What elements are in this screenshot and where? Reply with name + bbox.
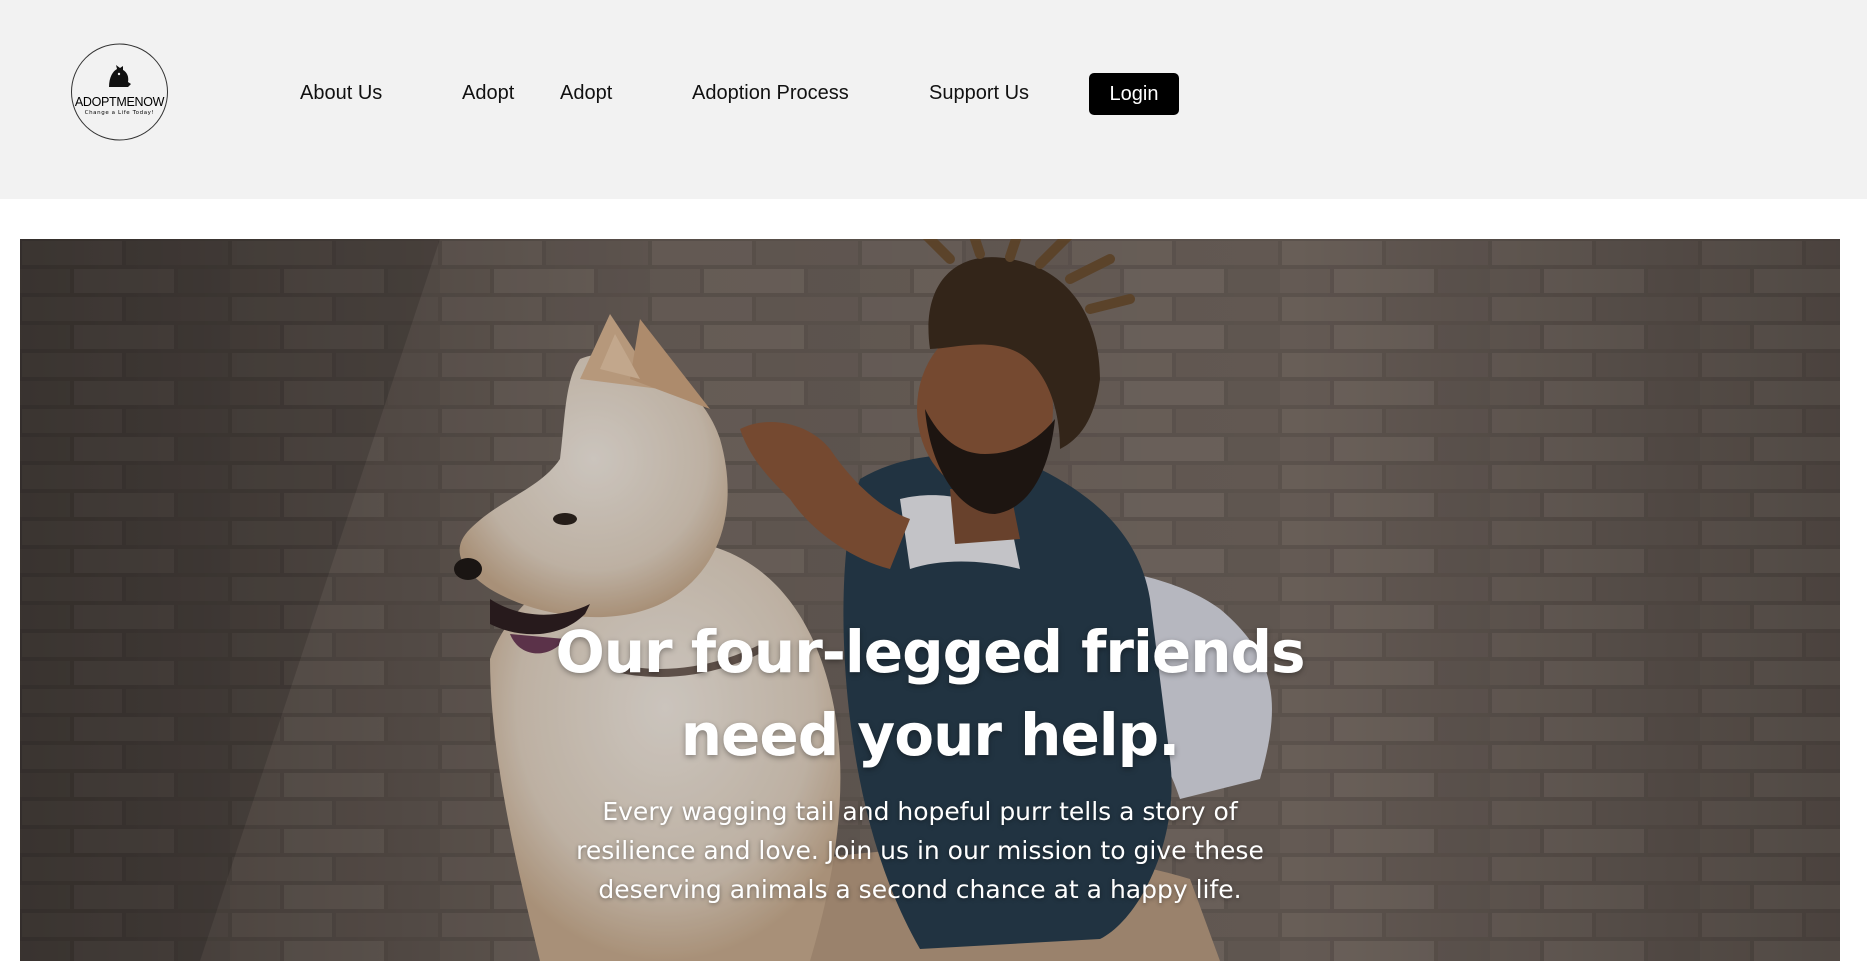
hero-title-line2: need your help.: [680, 701, 1180, 769]
hero-banner: Our four-legged friends need your help. …: [20, 239, 1840, 961]
site-header: ADOPTMENOW Change a Life Today! About Us…: [0, 0, 1867, 199]
nav-adopt-2[interactable]: Adopt: [560, 82, 612, 105]
hero-title: Our four-legged friends need your help.: [460, 611, 1400, 777]
nav-adoption-process[interactable]: Adoption Process: [692, 82, 849, 105]
logo[interactable]: ADOPTMENOW Change a Life Today!: [71, 41, 168, 143]
hero-subtitle: Every wagging tail and hopeful purr tell…: [576, 797, 1264, 904]
logo-tagline: Change a Life Today!: [84, 110, 155, 116]
hero-title-line1: Our four-legged friends: [555, 618, 1305, 686]
nav-adopt[interactable]: Adopt: [462, 82, 514, 105]
logo-name: ADOPTMENOW: [74, 95, 165, 109]
nav-about-us[interactable]: About Us: [300, 82, 382, 105]
login-button[interactable]: Login: [1089, 73, 1179, 115]
nav-support-us[interactable]: Support Us: [929, 82, 1029, 105]
logo-circle-icon: [71, 43, 168, 141]
